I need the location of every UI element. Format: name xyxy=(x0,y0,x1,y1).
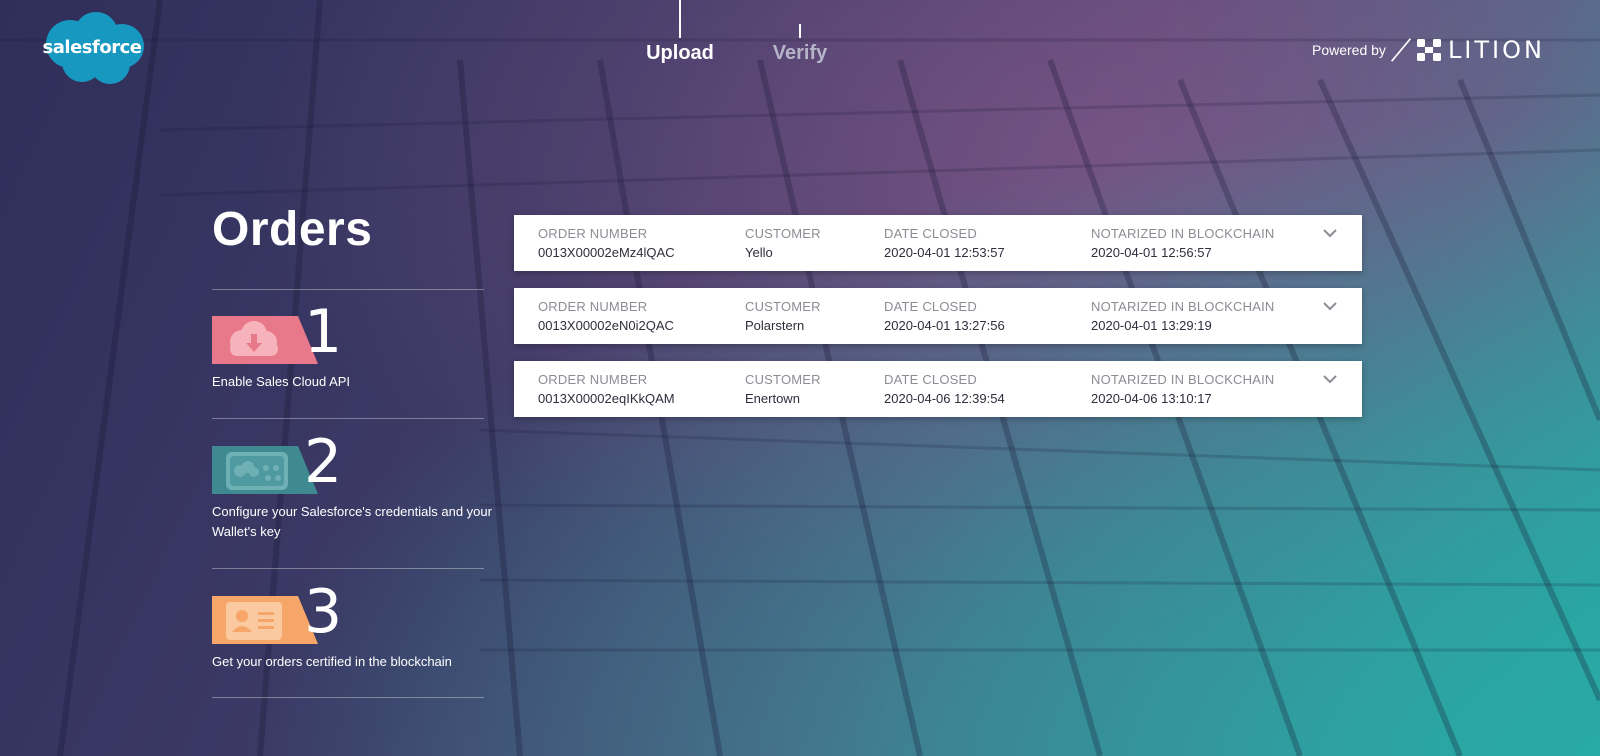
step-1: 1 Enable Sales Cloud API xyxy=(212,302,502,392)
lition-mark-icon xyxy=(1416,39,1441,61)
column-header-customer: CUSTOMER xyxy=(745,372,821,387)
order-row[interactable]: ORDER NUMBER 0013X00002eN0i2QAC CUSTOMER P… xyxy=(514,288,1362,344)
column-header-customer: CUSTOMER xyxy=(745,226,821,241)
order-row[interactable]: ORDER NUMBER 0013X00002eqIKkQAM CUSTOMER E… xyxy=(514,361,1362,417)
tab-upload-label: Upload xyxy=(646,42,714,64)
page-title: Orders xyxy=(212,203,373,256)
step-nav: Upload Verify xyxy=(640,0,860,80)
step-3-badge: 3 xyxy=(212,582,352,644)
column-header-notarized: NOTARIZED IN BLOCKCHAIN xyxy=(1091,372,1275,387)
tab-upload-indicator xyxy=(679,0,681,38)
tab-upload[interactable]: Upload xyxy=(640,0,720,65)
powered-by: Powered by LITION xyxy=(1312,36,1545,64)
customer: Polarstern xyxy=(745,318,805,333)
tab-verify[interactable]: Verify xyxy=(760,0,840,65)
column-header-notarized: NOTARIZED IN BLOCKCHAIN xyxy=(1091,299,1275,314)
step-2: 2 Configure your Salesforce's credential… xyxy=(212,432,502,542)
column-header-date-closed: DATE CLOSED xyxy=(884,299,977,314)
notarized-date: 2020-04-01 13:29:19 xyxy=(1091,318,1212,333)
column-header-date-closed: DATE CLOSED xyxy=(884,226,977,241)
chevron-down-icon[interactable] xyxy=(1322,227,1338,239)
step-1-label: Enable Sales Cloud API xyxy=(212,374,351,389)
divider xyxy=(212,568,484,569)
step-2-label: Configure your Salesforce's credentials … xyxy=(212,504,492,539)
step-3-label: Get your orders certified in the blockch… xyxy=(212,654,452,669)
step-2-badge: 2 xyxy=(212,432,352,494)
lition-logo[interactable]: LITION xyxy=(1416,36,1545,64)
orders-list: ORDER NUMBER 0013X00002eMz4lQAC CUSTOMER Y… xyxy=(514,215,1362,434)
notarized-date: 2020-04-01 12:56:57 xyxy=(1091,245,1212,260)
lition-logo-text: LITION xyxy=(1447,36,1545,64)
column-header-order-number: ORDER NUMBER xyxy=(538,226,648,241)
powered-by-text: Powered by xyxy=(1312,42,1386,58)
customer: Yello xyxy=(745,245,773,260)
column-header-date-closed: DATE CLOSED xyxy=(884,372,977,387)
order-row[interactable]: ORDER NUMBER 0013X00002eMz4lQAC CUSTOMER Y… xyxy=(514,215,1362,271)
customer: Enertown xyxy=(745,391,800,406)
header: salesforce Upload Verify Powered by LITI… xyxy=(0,0,1600,100)
notarized-date: 2020-04-06 13:10:17 xyxy=(1091,391,1212,406)
tab-verify-indicator xyxy=(799,24,801,38)
divider-slash xyxy=(1390,38,1412,62)
salesforce-logo-text: salesforce xyxy=(42,37,142,58)
step-1-badge: 1 xyxy=(212,302,352,364)
divider xyxy=(212,697,484,698)
divider xyxy=(212,289,484,290)
column-header-order-number: ORDER NUMBER xyxy=(538,372,648,387)
order-number: 0013X00002eqIKkQAM xyxy=(538,391,675,406)
tab-verify-label: Verify xyxy=(772,42,828,64)
column-header-notarized: NOTARIZED IN BLOCKCHAIN xyxy=(1091,226,1275,241)
step-2-number: 2 xyxy=(304,427,343,497)
order-number: 0013X00002eN0i2QAC xyxy=(538,318,674,333)
column-header-customer: CUSTOMER xyxy=(745,299,821,314)
date-closed: 2020-04-01 12:53:57 xyxy=(884,245,1005,260)
divider xyxy=(212,418,484,419)
step-1-number: 1 xyxy=(304,297,343,367)
date-closed: 2020-04-06 12:39:54 xyxy=(884,391,1005,406)
column-header-order-number: ORDER NUMBER xyxy=(538,299,648,314)
date-closed: 2020-04-01 13:27:56 xyxy=(884,318,1005,333)
chevron-down-icon[interactable] xyxy=(1322,300,1338,312)
salesforce-logo[interactable]: salesforce xyxy=(40,10,148,86)
step-3-number: 3 xyxy=(304,577,343,647)
chevron-down-icon[interactable] xyxy=(1322,373,1338,385)
order-number: 0013X00002eMz4lQAC xyxy=(538,245,675,260)
step-3: 3 Get your orders certified in the block… xyxy=(212,582,502,672)
